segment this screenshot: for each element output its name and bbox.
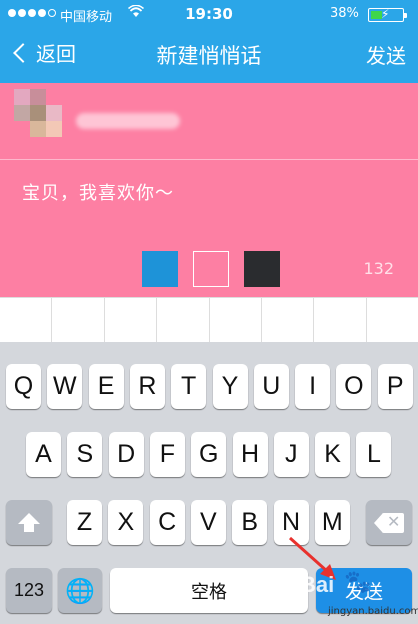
key-s[interactable]: S	[67, 432, 103, 477]
key-w[interactable]: W	[47, 364, 83, 409]
candidate-slot[interactable]	[105, 298, 158, 342]
key-y[interactable]: Y	[212, 364, 248, 409]
candidate-slot[interactable]	[157, 298, 210, 342]
character-counter: 132	[363, 259, 394, 278]
globe-key[interactable]: 🌐	[58, 568, 102, 613]
key-u[interactable]: U	[253, 364, 289, 409]
key-b[interactable]: B	[232, 500, 268, 545]
key-q[interactable]: Q	[6, 364, 41, 409]
key-k[interactable]: K	[315, 432, 351, 477]
top-bar: 中国移动 19:30 38% ⚡ 返回 新建悄悄话 发送	[0, 0, 418, 83]
candidate-slot[interactable]	[210, 298, 262, 342]
keyboard: QWERTYUIOP ASDFGHJKL ZXCVBNM ✕ 123 🌐 空格 …	[0, 342, 418, 624]
key-h[interactable]: H	[232, 432, 268, 477]
shift-arrow-icon	[18, 513, 40, 532]
color-swatch-black[interactable]	[244, 251, 280, 287]
send-button[interactable]: 发送	[366, 40, 406, 69]
key-t[interactable]: T	[171, 364, 207, 409]
candidate-slot[interactable]	[52, 298, 105, 342]
keyboard-send-key[interactable]: 发送	[316, 568, 412, 613]
key-v[interactable]: V	[190, 500, 226, 545]
key-x[interactable]: X	[108, 500, 144, 545]
candidate-slot[interactable]	[0, 298, 53, 342]
battery-icon: ⚡	[368, 7, 407, 22]
back-button[interactable]: 返回	[10, 38, 76, 67]
key-c[interactable]: C	[149, 500, 185, 545]
numbers-key[interactable]: 123	[6, 568, 52, 613]
key-f[interactable]: F	[149, 432, 185, 477]
back-label: 返回	[36, 42, 76, 66]
message-text[interactable]: 宝贝，我喜欢你～	[22, 179, 174, 205]
key-r[interactable]: R	[129, 364, 165, 409]
color-swatch-blue[interactable]	[142, 251, 178, 287]
battery-percent: 38%	[330, 6, 359, 21]
key-j[interactable]: J	[273, 432, 309, 477]
key-l[interactable]: L	[356, 432, 392, 477]
key-p[interactable]: P	[377, 364, 413, 409]
user-name-placeholder	[76, 113, 180, 129]
key-n[interactable]: N	[273, 500, 309, 545]
navigation-bar: 返回 新建悄悄话 发送	[0, 28, 418, 83]
candidate-slot[interactable]	[262, 298, 315, 342]
key-o[interactable]: O	[336, 364, 372, 409]
delete-key[interactable]: ✕	[366, 500, 412, 545]
globe-icon: 🌐	[65, 576, 95, 605]
key-m[interactable]: M	[314, 500, 350, 545]
message-card: 宝贝，我喜欢你～ 132	[0, 83, 418, 297]
shift-key[interactable]	[6, 500, 52, 545]
key-d[interactable]: D	[108, 432, 144, 477]
chevron-left-icon	[13, 42, 33, 63]
key-g[interactable]: G	[191, 432, 227, 477]
card-divider	[0, 159, 418, 160]
color-picker	[142, 251, 280, 287]
key-a[interactable]: A	[26, 432, 61, 477]
space-key[interactable]: 空格	[110, 568, 308, 613]
key-e[interactable]: E	[88, 364, 124, 409]
candidate-bar	[0, 297, 418, 342]
candidate-slot[interactable]	[367, 298, 418, 342]
color-swatch-pink[interactable]	[193, 251, 229, 287]
key-z[interactable]: Z	[67, 500, 102, 545]
candidate-slot[interactable]	[314, 298, 367, 342]
avatar	[14, 89, 64, 147]
key-i[interactable]: I	[295, 364, 331, 409]
backspace-icon: ✕	[374, 512, 404, 533]
status-bar: 中国移动 19:30 38% ⚡	[0, 0, 418, 28]
